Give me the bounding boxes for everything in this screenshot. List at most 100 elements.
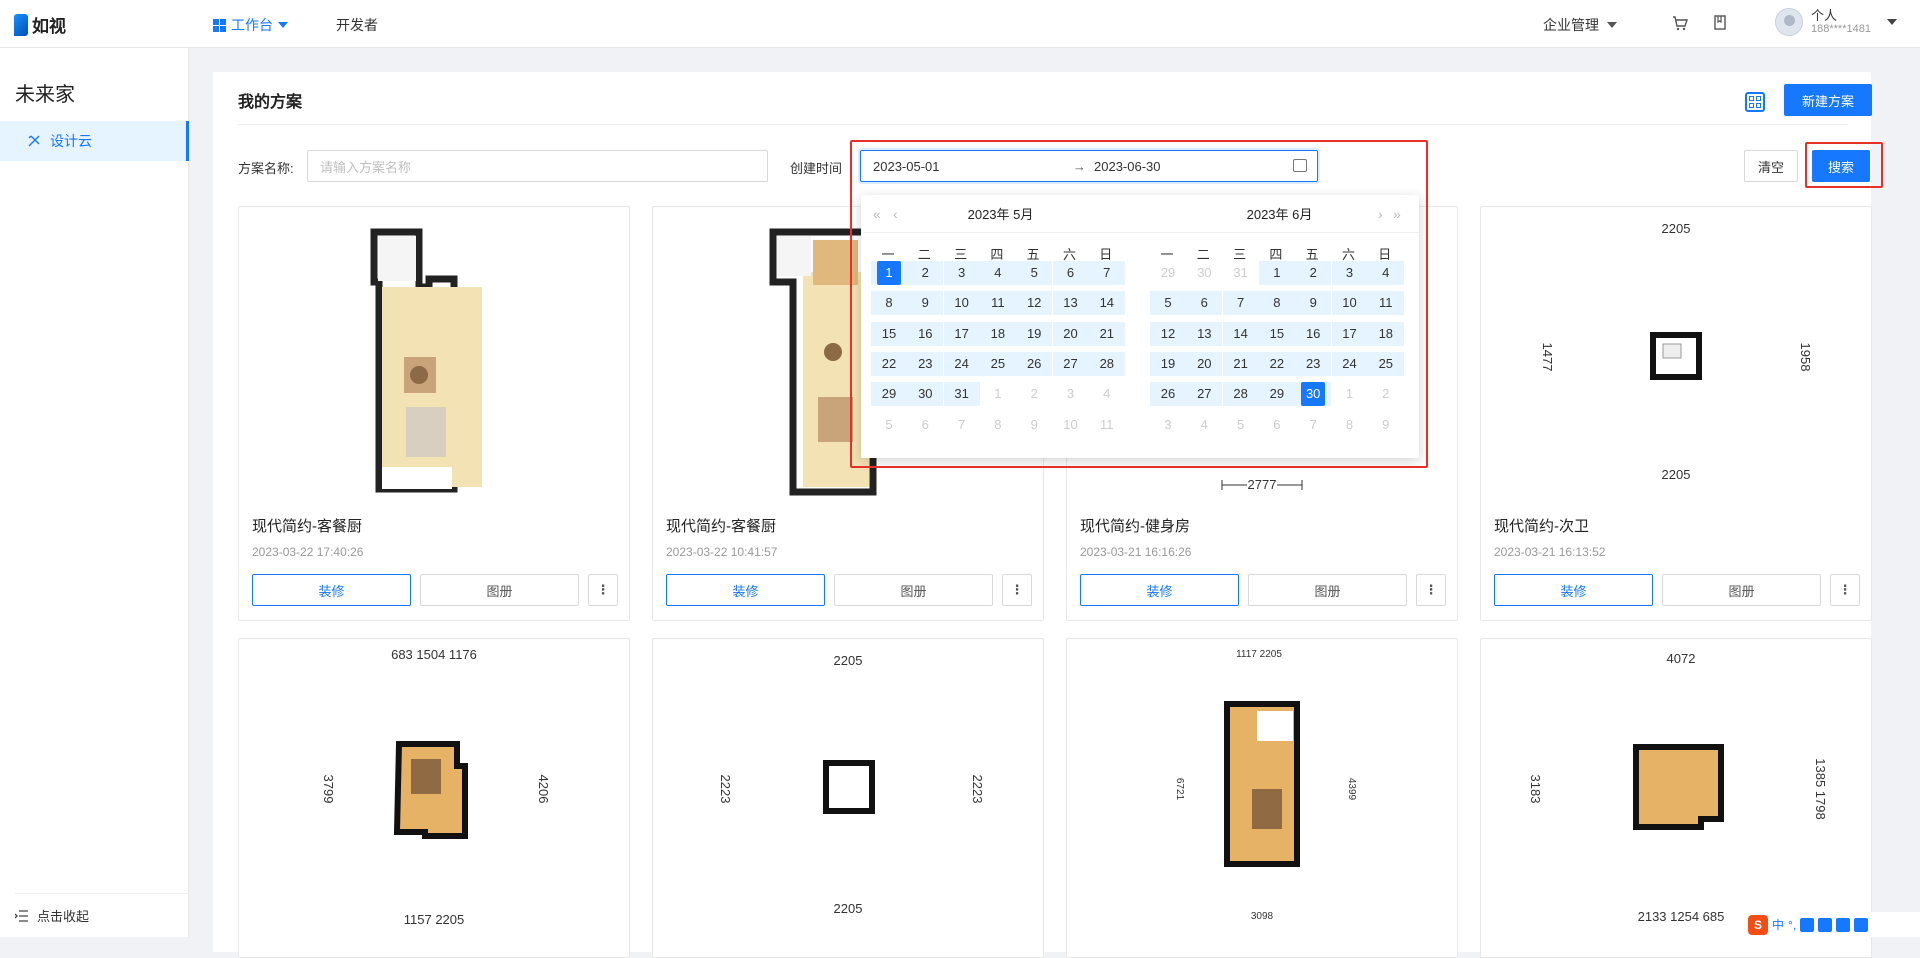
skin-icon: [1836, 917, 1851, 932]
dim-label: 2777: [1248, 477, 1277, 492]
highlight-box-picker: [850, 140, 1428, 468]
sidebar: 未来家 设计云 点击收起: [0, 48, 189, 937]
dim-label: 3183: [1528, 775, 1543, 804]
caret-down-icon: [1886, 19, 1897, 25]
dim-label: 6721: [1174, 778, 1185, 801]
plan-card[interactable]: 2205 1477 1958 2205 现代简约-次卫 2023-03-21 1…: [1480, 206, 1872, 621]
decorate-button[interactable]: 装修: [1494, 574, 1653, 606]
dim-label: 3799: [321, 775, 336, 804]
album-button[interactable]: 图册: [1248, 574, 1407, 606]
caret-down-icon: [278, 22, 288, 28]
dimension-line: 2777: [1221, 477, 1303, 492]
menu-fold-icon: [15, 909, 28, 922]
sidebar-item-label: 设计云: [50, 133, 92, 149]
dim-label: 2205: [1662, 221, 1691, 236]
clear-button[interactable]: 清空: [1744, 150, 1798, 182]
plan-name-label: 方案名称:: [238, 161, 294, 176]
floorplan-image: [370, 228, 482, 493]
mic-icon: [1800, 917, 1815, 932]
decorate-button[interactable]: 装修: [666, 574, 825, 606]
album-button[interactable]: 图册: [1662, 574, 1821, 606]
plan-name-input[interactable]: 请输入方案名称: [307, 150, 768, 182]
dim-label: 683 1504 1176: [391, 647, 477, 662]
floorplan-thumbnail: 2205 1477 1958 2205: [1481, 207, 1871, 507]
floorplan-image: 4072 3183 1385 1798 2133 1254 685: [1528, 651, 1828, 924]
more-button[interactable]: ⋮: [1830, 574, 1860, 606]
ime-punct: °,: [1788, 917, 1797, 932]
dim-label: 2205: [1662, 467, 1691, 482]
dim-label: 2223: [718, 775, 733, 804]
plan-card[interactable]: 683 1504 1176 3799 4206 1157 2205: [238, 638, 630, 958]
plan-card[interactable]: 1117 2205 6721 4399 3098: [1066, 638, 1458, 958]
plan-card[interactable]: 2205 2223 2223 2205: [652, 638, 1044, 958]
ime-toolbar[interactable]: S 中 °,: [1742, 912, 1920, 937]
avatar: [1775, 8, 1803, 36]
dim-label: 2133 1254 685: [1638, 909, 1725, 924]
nav-workbench[interactable]: 工作台: [213, 15, 288, 35]
sidebar-title: 未来家: [15, 84, 75, 106]
decorate-button[interactable]: 装修: [252, 574, 411, 606]
plan-name: 现代简约-次卫: [1494, 518, 1589, 535]
decorate-button[interactable]: 装修: [1080, 574, 1239, 606]
more-button[interactable]: ⋮: [1002, 574, 1032, 606]
dim-label: 1157 2205: [404, 912, 465, 927]
dim-label: 1477: [1540, 343, 1555, 372]
album-button[interactable]: 图册: [834, 574, 993, 606]
sidebar-item-design-cloud[interactable]: 设计云: [0, 121, 189, 161]
grid-icon: [213, 18, 226, 32]
cart-icon[interactable]: [1671, 14, 1689, 32]
plan-date: 2023-03-22 17:40:26: [252, 545, 364, 559]
plan-card[interactable]: 现代简约-客餐厨 2023-03-22 17:40:26 装修 图册 ⋮: [238, 206, 630, 621]
grid-view-icon[interactable]: [1745, 92, 1765, 112]
collapse-sidebar-button[interactable]: 点击收起: [15, 893, 189, 937]
sogou-icon: S: [1748, 914, 1768, 935]
ime-lang: 中: [1772, 918, 1785, 932]
dim-label: 1958: [1798, 343, 1813, 372]
plan-date: 2023-03-22 10:41:57: [666, 545, 778, 559]
user-phone: 188****1481: [1811, 23, 1871, 35]
app-name: 如视: [32, 17, 66, 36]
caret-down-icon: [1607, 22, 1617, 28]
enterprise-menu[interactable]: 企业管理: [1543, 15, 1617, 35]
dim-label: 1385 1798: [1813, 758, 1828, 819]
app-logo[interactable]: 如视: [14, 12, 66, 37]
plan-date: 2023-03-21 16:13:52: [1494, 545, 1606, 559]
floorplan-thumbnail: [239, 207, 629, 507]
floorplan-image: 2205 1477 1958 2205: [1540, 221, 1813, 482]
more-button[interactable]: ⋮: [1416, 574, 1446, 606]
floorplan-image: 683 1504 1176 3799 4206 1157 2205: [321, 647, 551, 927]
dim-label: 2205: [834, 653, 863, 668]
plan-name: 现代简约-客餐厨: [252, 518, 362, 535]
more-button[interactable]: ⋮: [588, 574, 618, 606]
dim-label: 3098: [1251, 911, 1274, 922]
dim-label: 1117 2205: [1236, 649, 1282, 660]
highlight-box-search: [1805, 142, 1883, 188]
plan-name: 现代简约-健身房: [1080, 518, 1190, 535]
design-icon: [28, 135, 40, 147]
book-icon[interactable]: [1711, 14, 1729, 32]
plan-name: 现代简约-客餐厨: [666, 518, 776, 535]
collapse-label: 点击收起: [37, 909, 90, 924]
divider: [238, 124, 1848, 125]
new-plan-button[interactable]: 新建方案: [1784, 84, 1872, 116]
enterprise-label: 企业管理: [1543, 17, 1599, 33]
dim-label: 4399: [1346, 778, 1357, 801]
top-bar: 如视 工作台 开发者 企业管理 个人 188****1481: [0, 0, 1920, 48]
plan-date: 2023-03-21 16:16:26: [1080, 545, 1192, 559]
dim-label: 2205: [834, 901, 863, 916]
user-menu[interactable]: 个人 188****1481: [1775, 8, 1897, 36]
keyboard-icon: [1818, 917, 1833, 932]
floorplan-image: 1117 2205 6721 4399 3098: [1174, 649, 1357, 922]
nav-developer[interactable]: 开发者: [336, 15, 378, 35]
user-name: 个人: [1811, 8, 1838, 23]
floorplan-image: 2205 2223 2223 2205: [718, 653, 985, 916]
dim-label: 2223: [970, 775, 985, 804]
album-button[interactable]: 图册: [420, 574, 579, 606]
page-title: 我的方案: [238, 94, 303, 111]
nav-workbench-label: 工作台: [231, 17, 273, 33]
logo-icon: [14, 13, 28, 36]
plan-card[interactable]: 4072 3183 1385 1798 2133 1254 685: [1480, 638, 1872, 958]
dim-label: 4206: [536, 775, 551, 804]
dim-label: 4072: [1667, 651, 1696, 666]
created-time-label: 创建时间: [790, 161, 843, 176]
